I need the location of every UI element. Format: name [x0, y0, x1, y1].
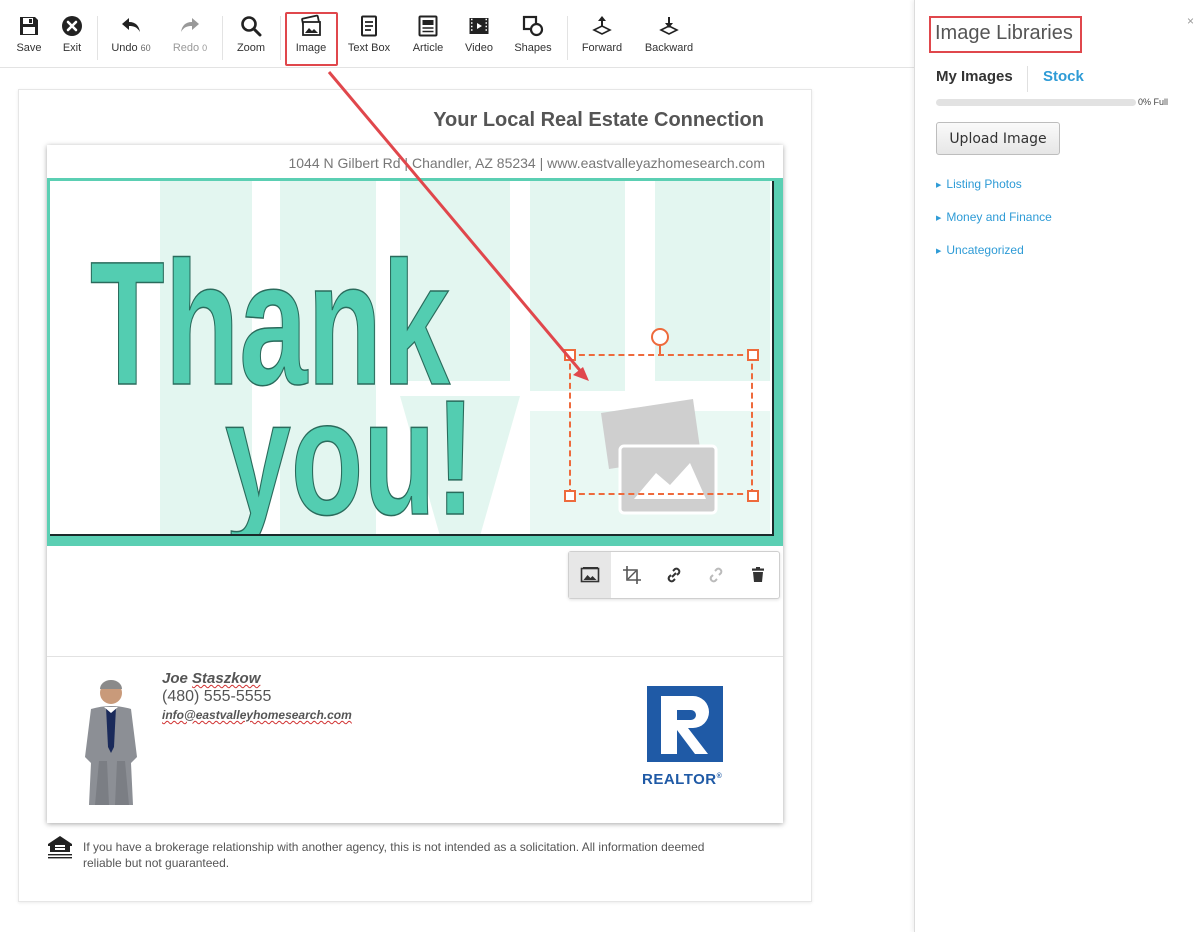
realtor-logo [647, 686, 723, 762]
bring-forward-icon [592, 16, 612, 35]
redo-button[interactable]: Redo 0 [168, 14, 212, 62]
magnifier-icon [241, 16, 262, 37]
image-context-toolbar [568, 551, 780, 599]
content-card: 1044 N Gilbert Rd | Chandler, AZ 85234 |… [47, 145, 783, 823]
undo-label: Undo [111, 42, 138, 54]
library-label: Listing Photos [946, 177, 1022, 191]
bring-forward-button[interactable]: Forward [578, 14, 626, 62]
redo-count: 0 [202, 43, 208, 53]
storage-usage-bar [936, 99, 1136, 106]
link-icon [667, 567, 681, 583]
caret-right-icon: ▶ [936, 214, 942, 222]
save-button[interactable]: Save [13, 14, 45, 62]
link-button[interactable] [653, 552, 695, 598]
upload-image-button[interactable]: Upload Image [936, 122, 1060, 155]
exit-button[interactable]: Exit [57, 14, 87, 62]
library-money-and-finance[interactable]: ▶ Money and Finance [936, 210, 1052, 224]
send-backward-button[interactable]: Backward [640, 14, 698, 62]
editor-canvas: Your Local Real Estate Connection 1044 N… [0, 69, 914, 932]
shapes-icon [522, 15, 544, 37]
caret-right-icon: ▶ [936, 247, 942, 255]
send-backward-icon [659, 17, 679, 35]
unlink-button[interactable] [695, 552, 737, 598]
zoom-button[interactable]: Zoom [233, 14, 269, 62]
agent-last-name[interactable]: Staszkow [192, 670, 260, 687]
redo-label: Redo [172, 42, 200, 54]
video-label: Video [465, 42, 493, 54]
tab-my-images[interactable]: My Images [936, 68, 1013, 85]
text-box-button[interactable]: Text Box [344, 14, 394, 62]
image-icon [580, 567, 600, 583]
image-button-highlight [285, 12, 338, 66]
shapes-label: Shapes [514, 42, 552, 54]
library-label: Uncategorized [946, 243, 1024, 257]
tab-stock[interactable]: Stock [1043, 68, 1084, 85]
agent-first-name[interactable]: Joe [162, 670, 188, 687]
image-libraries-panel: × Image Libraries My Images Stock 0% Ful… [914, 0, 1204, 932]
tab-divider [1027, 66, 1028, 92]
card-divider [47, 656, 783, 657]
textbox-icon [361, 15, 377, 37]
video-icon [469, 18, 489, 34]
delete-button[interactable] [737, 552, 779, 598]
disclaimer-text[interactable]: If you have a brokerage relationship wit… [83, 839, 723, 871]
banner-you-text: you! [225, 366, 475, 536]
toolbar-divider [222, 16, 223, 60]
zoom-label: Zoom [236, 42, 266, 54]
caret-right-icon: ▶ [936, 181, 942, 189]
undo-count: 60 [140, 43, 151, 53]
crop-button[interactable] [611, 552, 653, 598]
address-line[interactable]: 1044 N Gilbert Rd | Chandler, AZ 85234 |… [288, 155, 765, 171]
unlink-icon [709, 567, 723, 583]
replace-image-button[interactable] [569, 552, 611, 598]
article-icon [418, 15, 438, 37]
storage-usage-text: 0% Full [1138, 97, 1169, 107]
undo-button[interactable]: Undo 60 [107, 14, 155, 62]
library-uncategorized[interactable]: ▶ Uncategorized [936, 243, 1024, 257]
rotate-connector [659, 345, 661, 354]
shapes-button[interactable]: Shapes [511, 14, 555, 62]
panel-close-button[interactable]: × [1187, 14, 1194, 28]
video-button[interactable]: Video [462, 14, 496, 62]
article-label: Article [412, 42, 444, 54]
exit-label: Exit [62, 42, 82, 54]
save-label: Save [16, 42, 42, 54]
forward-label: Forward [581, 42, 623, 54]
toolbar-divider [97, 16, 98, 60]
equal-housing-opportunity-icon [48, 836, 72, 859]
resize-handle-top-right[interactable] [747, 349, 759, 361]
agent-email[interactable]: info@eastvalleyhomesearch.com [162, 708, 352, 722]
toolbar-divider [280, 16, 281, 60]
resize-handle-bottom-right[interactable] [747, 490, 759, 502]
text-box-label: Text Box [347, 42, 391, 54]
realtor-label: REALTOR [642, 771, 717, 788]
realtor-mark: ® [716, 773, 723, 780]
redo-icon [181, 18, 199, 32]
email-page: Your Local Real Estate Connection 1044 N… [18, 89, 812, 902]
article-button[interactable]: Article [409, 14, 447, 62]
save-icon [20, 17, 38, 35]
editor-toolbar: Save Exit Undo 60 Redo 0 Zoom Image Text… [0, 0, 914, 68]
agent-phone[interactable]: (480) 555-5555 [162, 688, 271, 706]
library-label: Money and Finance [946, 210, 1052, 224]
trash-icon [752, 567, 764, 582]
page-headline[interactable]: Your Local Real Estate Connection [433, 109, 764, 132]
selected-image-frame[interactable] [569, 354, 753, 495]
rotate-handle[interactable] [651, 328, 669, 346]
toolbar-divider [567, 16, 568, 60]
agent-photo[interactable] [71, 675, 151, 807]
library-listing-photos[interactable]: ▶ Listing Photos [936, 177, 1022, 191]
backward-label: Backward [644, 42, 694, 54]
undo-icon [122, 18, 140, 32]
resize-handle-top-left[interactable] [564, 349, 576, 361]
close-circle-icon [62, 16, 82, 36]
panel-title: Image Libraries [935, 22, 1073, 44]
crop-icon [623, 566, 641, 584]
resize-handle-bottom-left[interactable] [564, 490, 576, 502]
